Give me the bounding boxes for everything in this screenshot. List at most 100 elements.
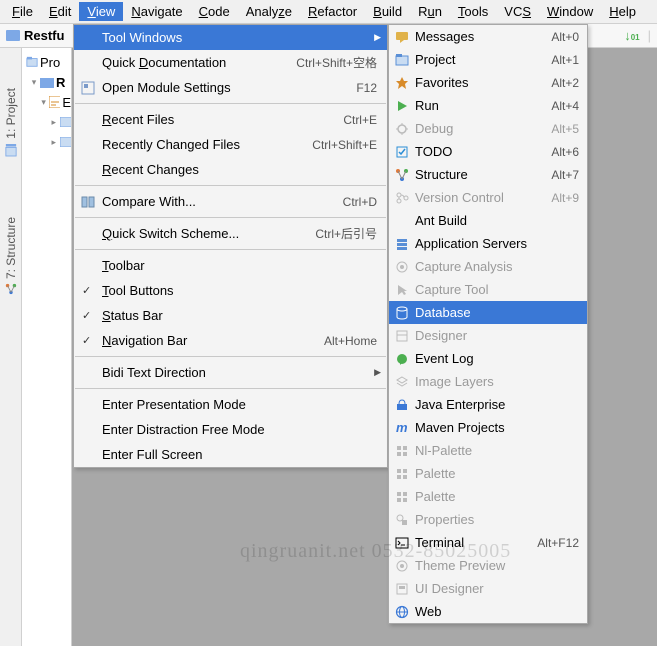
tool-window-database[interactable]: Database <box>389 301 587 324</box>
menu-full-screen[interactable]: Enter Full Screen <box>74 442 387 467</box>
label: Nl-Palette <box>415 443 472 458</box>
menu-separator <box>75 356 386 357</box>
ant-icon: 񈗀 <box>394 213 410 229</box>
menu-vcs[interactable]: VCS <box>496 2 539 21</box>
tool-window-maven-projects[interactable]: m Maven Projects <box>389 416 587 439</box>
tool-window-terminal[interactable]: Terminal Alt+F12 <box>389 531 587 554</box>
menu-build[interactable]: Build <box>365 2 410 21</box>
menu-tools[interactable]: Tools <box>450 2 496 21</box>
menu-tool-windows[interactable]: Tool Windows ▶ <box>74 25 387 50</box>
menu-help[interactable]: Help <box>601 2 644 21</box>
menu-recent-files[interactable]: Recent Files Ctrl+E <box>74 107 387 132</box>
tool-window-run[interactable]: Run Alt+4 <box>389 94 587 117</box>
label: Ant Build <box>415 213 467 228</box>
label: Debug <box>415 121 453 136</box>
project-tab-icon <box>26 56 38 68</box>
menu-navigation-bar-toggle[interactable]: ✓Navigation BarAlt+Home <box>74 328 387 353</box>
capturetool-icon <box>394 282 410 298</box>
structure-tool-button[interactable]: 7: Structure <box>4 217 18 295</box>
menu-status-bar-toggle[interactable]: ✓Status Bar <box>74 303 387 328</box>
menu-refactor[interactable]: Refactor <box>300 2 365 21</box>
menu-separator <box>75 388 386 389</box>
menu-navigate[interactable]: Navigate <box>123 2 190 21</box>
shortcut: Alt+5 <box>551 122 579 136</box>
shortcut: Alt+4 <box>551 99 579 113</box>
label: Favorites <box>415 75 468 90</box>
tree-root[interactable]: ▾ R <box>30 72 71 92</box>
shortcut: Alt+F12 <box>537 536 579 550</box>
tool-window-todo[interactable]: TODOAlt+6 <box>389 140 587 163</box>
structure-icon <box>5 283 17 295</box>
tool-window-web[interactable]: Web <box>389 600 587 623</box>
menu-run[interactable]: Run <box>410 2 450 21</box>
make-icon[interactable]: ↓01 <box>624 28 639 43</box>
structure-icon <box>394 167 410 183</box>
tree-node-ext[interactable]: ▾ E <box>30 92 71 112</box>
label: Terminal <box>415 535 464 550</box>
menu-quick-documentation[interactable]: Quick Documentation Ctrl+Shift+空格 <box>74 50 387 75</box>
tree-node[interactable]: ▸ <box>30 132 71 152</box>
menu-bidi-text-direction[interactable]: Bidi Text Direction ▶ <box>74 360 387 385</box>
label: Run <box>415 98 439 113</box>
tool-window-event-log[interactable]: Event Log <box>389 347 587 370</box>
palette2-icon <box>394 489 410 505</box>
menu-compare-with[interactable]: Compare With... Ctrl+D <box>74 189 387 214</box>
nlpalette-icon <box>394 443 410 459</box>
tool-window-application-servers[interactable]: Application Servers <box>389 232 587 255</box>
menu-toolbar-toggle[interactable]: Toolbar <box>74 253 387 278</box>
menu-open-module-settings[interactable]: Open Module Settings F12 <box>74 75 387 100</box>
label: Capture Tool <box>415 282 488 297</box>
project-tool-button[interactable]: 1: Project <box>4 88 18 157</box>
project-tab[interactable]: Pro <box>26 52 71 72</box>
tree-node[interactable]: ▸ <box>30 112 71 132</box>
label: Palette <box>415 489 455 504</box>
project-name: Restfu <box>24 28 64 43</box>
menu-separator <box>75 217 386 218</box>
expand-icon: ▾ <box>40 97 47 108</box>
menu-presentation-mode[interactable]: Enter Presentation Mode <box>74 392 387 417</box>
label: Theme Preview <box>415 558 505 573</box>
menu-file[interactable]: File <box>4 2 41 21</box>
menu-quick-switch-scheme[interactable]: Quick Switch Scheme... Ctrl+后引号 <box>74 221 387 246</box>
tool-window-structure[interactable]: Structure Alt+7 <box>389 163 587 186</box>
tool-window-favorites[interactable]: Favorites Alt+2 <box>389 71 587 94</box>
tool-window-capture-tool: Capture Tool <box>389 278 587 301</box>
menu-separator <box>75 103 386 104</box>
menu-code[interactable]: Code <box>191 2 238 21</box>
label: Image Layers <box>415 374 494 389</box>
folder-icon <box>40 76 54 88</box>
menu-view[interactable]: View <box>79 2 123 21</box>
tool-window-palette: Palette <box>389 485 587 508</box>
menu-recently-changed-files[interactable]: Recently Changed Files Ctrl+Shift+E <box>74 132 387 157</box>
label: Event Log <box>415 351 474 366</box>
menu-tool-buttons-toggle[interactable]: ✓Tool Buttons <box>74 278 387 303</box>
palette1-icon <box>394 466 410 482</box>
vcs-icon <box>394 190 410 206</box>
tool-window-project[interactable]: ProjectAlt+1 <box>389 48 587 71</box>
shortcut: Alt+1 <box>551 53 579 67</box>
folder-icon <box>60 117 71 127</box>
maven-icon: m <box>394 420 410 436</box>
tool-window-java-enterprise[interactable]: Java Enterprise <box>389 393 587 416</box>
project-tool-window: Pro ▾ R ▾ E ▸ ▸ <box>22 48 72 646</box>
check-icon: ✓ <box>82 309 91 322</box>
menu-analyze[interactable]: Analyze <box>238 2 300 21</box>
tool-windows-submenu: MessagesAlt+0ProjectAlt+1 Favorites Alt+2 R… <box>388 24 588 624</box>
menubar: FileEditViewNavigateCodeAnalyzeRefactorB… <box>0 0 657 24</box>
menu-window[interactable]: Window <box>539 2 601 21</box>
folder-icon <box>60 137 71 147</box>
properties-icon <box>394 512 410 528</box>
label: Maven Projects <box>415 420 505 435</box>
servers-icon <box>394 236 410 252</box>
folder-icon <box>6 30 20 41</box>
label: Structure <box>415 167 468 182</box>
shortcut: Alt+7 <box>551 168 579 182</box>
tool-window-properties: Properties <box>389 508 587 531</box>
menu-recent-changes[interactable]: Recent Changes <box>74 157 387 182</box>
menu-distraction-free-mode[interactable]: Enter Distraction Free Mode <box>74 417 387 442</box>
menu-edit[interactable]: Edit <box>41 2 79 21</box>
shortcut: Alt+2 <box>551 76 579 90</box>
tool-window-messages[interactable]: MessagesAlt+0 <box>389 25 587 48</box>
tool-window-ant-build[interactable]: 񈗀 Ant Build <box>389 209 587 232</box>
menu-separator <box>75 249 386 250</box>
